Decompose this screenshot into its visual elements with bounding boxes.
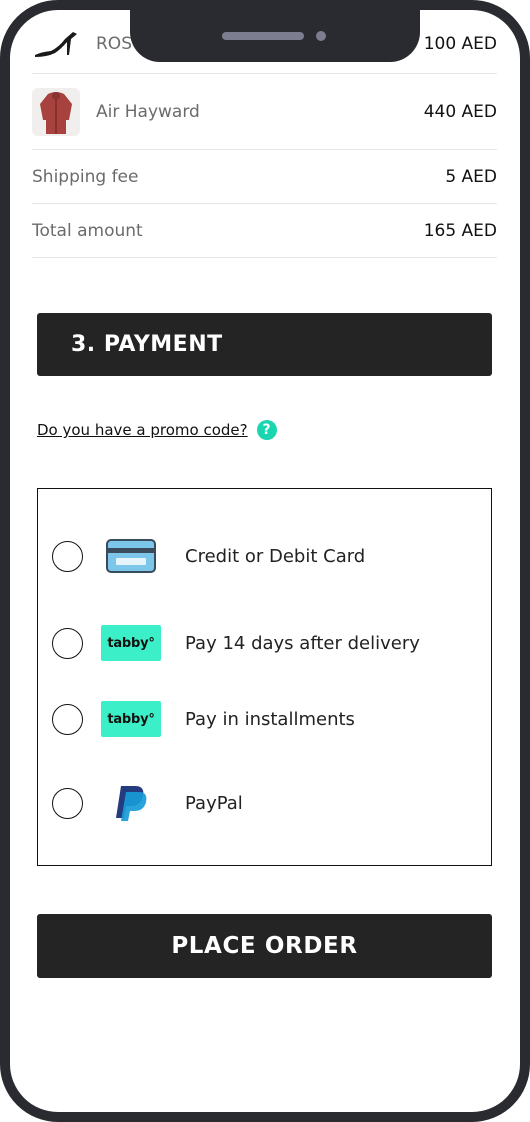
payment-method-tabby-installments[interactable]: tabby° Pay in installments bbox=[52, 694, 472, 744]
radio-button[interactable] bbox=[52, 703, 83, 735]
place-order-button[interactable]: PLACE ORDER bbox=[37, 914, 492, 978]
radio-button[interactable] bbox=[52, 540, 83, 572]
checkout-content: ROS 100 AED Air Hayward 440 AED Shipping… bbox=[10, 10, 520, 1112]
shipping-label: Shipping fee bbox=[32, 166, 139, 187]
shipping-value: 5 AED bbox=[445, 166, 497, 187]
heel-shoe-image bbox=[32, 20, 80, 68]
phone-frame: ROS 100 AED Air Hayward 440 AED Shipping… bbox=[0, 0, 530, 1122]
payment-method-label: Credit or Debit Card bbox=[185, 545, 366, 567]
phone-notch bbox=[130, 10, 420, 62]
speaker bbox=[222, 32, 304, 40]
item-name: Air Hayward bbox=[96, 101, 200, 122]
jacket-image bbox=[32, 87, 80, 136]
payment-method-label: Pay in installments bbox=[185, 708, 355, 730]
promo-code-link[interactable]: Do you have a promo code? bbox=[37, 421, 248, 439]
payment-method-card[interactable]: Credit or Debit Card bbox=[52, 531, 472, 581]
payment-methods-box: Credit or Debit Card tabby° Pay 14 days … bbox=[37, 488, 492, 866]
tabby-logo: tabby° bbox=[101, 700, 161, 738]
total-row: Total amount 165 AED bbox=[32, 204, 497, 258]
payment-title: 3. PAYMENT bbox=[71, 332, 223, 357]
radio-button[interactable] bbox=[52, 787, 83, 819]
item-price: 100 AED bbox=[423, 33, 497, 54]
shipping-row: Shipping fee 5 AED bbox=[32, 150, 497, 204]
place-order-label: PLACE ORDER bbox=[171, 933, 358, 959]
camera bbox=[316, 31, 326, 41]
payment-method-label: Pay 14 days after delivery bbox=[185, 632, 420, 654]
payment-method-label: PayPal bbox=[185, 792, 243, 814]
tabby-logo: tabby° bbox=[101, 624, 161, 662]
item-name: ROS bbox=[96, 33, 132, 54]
order-item-row: Air Hayward 440 AED bbox=[32, 74, 497, 150]
payment-method-paypal[interactable]: PayPal bbox=[52, 778, 472, 828]
payment-section-header: 3. PAYMENT bbox=[37, 313, 492, 376]
total-value: 165 AED bbox=[423, 220, 497, 241]
promo-code-prompt: Do you have a promo code? ? bbox=[37, 420, 277, 440]
help-icon[interactable]: ? bbox=[256, 420, 277, 440]
payment-method-tabby-14-days[interactable]: tabby° Pay 14 days after delivery bbox=[52, 618, 472, 668]
item-price: 440 AED bbox=[423, 101, 497, 122]
total-label: Total amount bbox=[32, 220, 143, 241]
credit-card-icon bbox=[101, 537, 161, 575]
paypal-icon bbox=[101, 784, 161, 822]
radio-button[interactable] bbox=[52, 627, 83, 659]
